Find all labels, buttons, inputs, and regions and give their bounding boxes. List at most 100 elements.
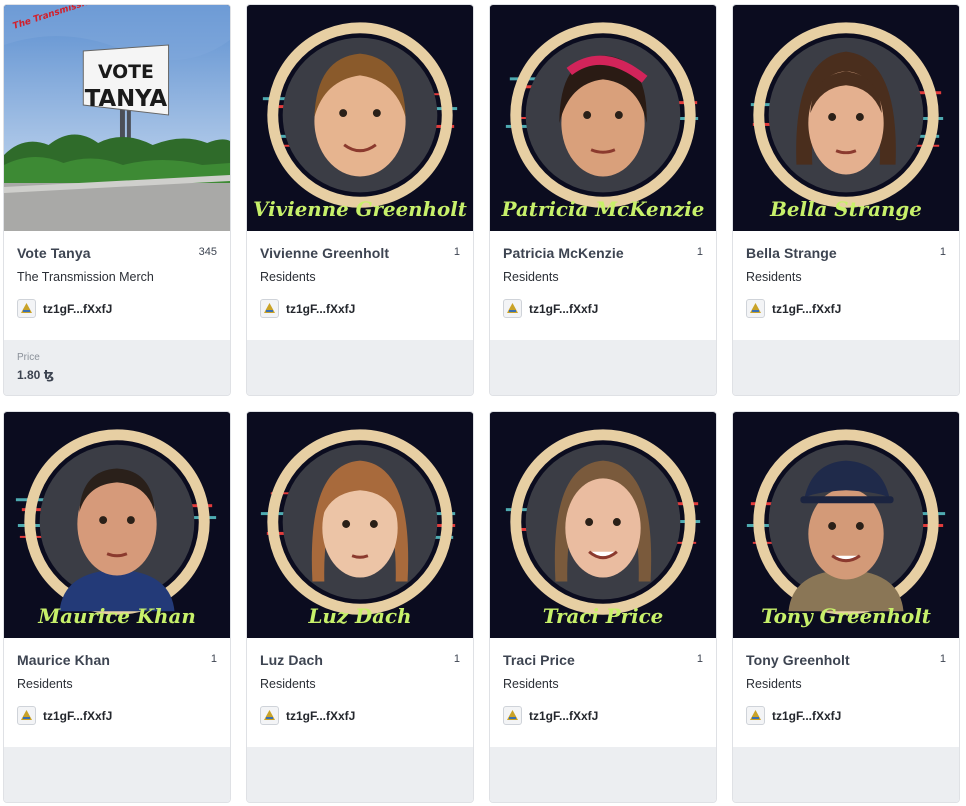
price-footer bbox=[733, 747, 959, 802]
portrait-caption: Bella Strange bbox=[769, 197, 922, 221]
billboard-line2: TANYA bbox=[85, 86, 168, 112]
token-title[interactable]: Luz Dach bbox=[260, 652, 323, 668]
edition-count: 1 bbox=[696, 246, 703, 258]
owner-address[interactable]: tz1gF...fXxfJ bbox=[286, 302, 355, 316]
price-footer bbox=[490, 747, 716, 802]
owner[interactable]: tz1gF...fXxfJ bbox=[17, 299, 217, 318]
token-image[interactable]: Patricia McKenzie bbox=[490, 5, 716, 231]
token-title[interactable]: Traci Price bbox=[503, 652, 575, 668]
token-info: Bella Strange 1 Residents tz1gF...fXxfJ bbox=[733, 231, 959, 340]
portrait-image: Luz Dach bbox=[247, 412, 473, 638]
price-footer bbox=[4, 747, 230, 802]
portrait-image: Tony Greenholt bbox=[733, 412, 959, 638]
owner-address[interactable]: tz1gF...fXxfJ bbox=[286, 709, 355, 723]
owner-avatar-icon bbox=[746, 299, 765, 318]
owner[interactable]: tz1gF...fXxfJ bbox=[746, 299, 946, 318]
price-footer bbox=[733, 340, 959, 395]
collection-name[interactable]: The Transmission Merch bbox=[17, 270, 217, 284]
collection-name[interactable]: Residents bbox=[503, 677, 703, 691]
owner-avatar-icon bbox=[503, 706, 522, 725]
token-image[interactable]: Luz Dach bbox=[247, 412, 473, 638]
owner[interactable]: tz1gF...fXxfJ bbox=[503, 706, 703, 725]
owner-avatar-icon bbox=[746, 706, 765, 725]
token-title[interactable]: Vote Tanya bbox=[17, 245, 91, 261]
token-card[interactable]: Patricia McKenzie Patricia McKenzie 1 Re… bbox=[489, 4, 717, 396]
token-grid: VOTE TANYA The Transmission Vote Tanya 3… bbox=[3, 4, 960, 803]
collection-name[interactable]: Residents bbox=[17, 677, 217, 691]
token-image[interactable]: Traci Price bbox=[490, 412, 716, 638]
owner-address[interactable]: tz1gF...fXxfJ bbox=[43, 709, 112, 723]
portrait-image: Vivienne Greenholt bbox=[247, 5, 473, 231]
token-info: Maurice Khan 1 Residents tz1gF...fXxfJ bbox=[4, 638, 230, 747]
portrait-caption: Luz Dach bbox=[308, 604, 412, 628]
token-card[interactable]: Tony Greenholt Tony Greenholt 1 Resident… bbox=[732, 411, 960, 803]
token-title[interactable]: Patricia McKenzie bbox=[503, 245, 624, 261]
token-info: Traci Price 1 Residents tz1gF...fXxfJ bbox=[490, 638, 716, 747]
billboard-line1: VOTE bbox=[98, 61, 154, 83]
portrait-image: Traci Price bbox=[490, 412, 716, 638]
price-footer bbox=[247, 340, 473, 395]
token-image[interactable]: VOTE TANYA The Transmission bbox=[4, 5, 230, 231]
portrait-image: Maurice Khan bbox=[4, 412, 230, 638]
collection-name[interactable]: Residents bbox=[260, 270, 460, 284]
token-card[interactable]: Bella Strange Bella Strange 1 Residents … bbox=[732, 4, 960, 396]
token-info: Patricia McKenzie 1 Residents tz1gF...fX… bbox=[490, 231, 716, 340]
token-title[interactable]: Bella Strange bbox=[746, 245, 837, 261]
owner-avatar-icon bbox=[260, 706, 279, 725]
edition-count: 1 bbox=[210, 653, 217, 665]
portrait-caption: Tony Greenholt bbox=[761, 604, 931, 628]
owner-address[interactable]: tz1gF...fXxfJ bbox=[529, 302, 598, 316]
edition-count: 1 bbox=[939, 246, 946, 258]
token-info: Luz Dach 1 Residents tz1gF...fXxfJ bbox=[247, 638, 473, 747]
token-title[interactable]: Tony Greenholt bbox=[746, 652, 850, 668]
price-value: 1.80 ꜩ bbox=[17, 368, 54, 382]
owner[interactable]: tz1gF...fXxfJ bbox=[746, 706, 946, 725]
edition-count: 1 bbox=[696, 653, 703, 665]
collection-name[interactable]: Residents bbox=[746, 270, 946, 284]
collection-name[interactable]: Residents bbox=[260, 677, 460, 691]
token-image[interactable]: Tony Greenholt bbox=[733, 412, 959, 638]
token-card[interactable]: Traci Price Traci Price 1 Residents tz1g… bbox=[489, 411, 717, 803]
owner-avatar-icon bbox=[17, 706, 36, 725]
edition-count: 345 bbox=[198, 246, 217, 258]
portrait-caption: Patricia McKenzie bbox=[501, 197, 705, 221]
token-image[interactable]: Bella Strange bbox=[733, 5, 959, 231]
price-label: Price bbox=[17, 352, 40, 363]
owner-avatar-icon bbox=[503, 299, 522, 318]
portrait-caption: Maurice Khan bbox=[37, 604, 196, 628]
owner[interactable]: tz1gF...fXxfJ bbox=[503, 299, 703, 318]
edition-count: 1 bbox=[453, 653, 460, 665]
owner[interactable]: tz1gF...fXxfJ bbox=[260, 299, 460, 318]
token-card[interactable]: Vivienne Greenholt Vivienne Greenholt 1 … bbox=[246, 4, 474, 396]
billboard-image: VOTE TANYA The Transmission bbox=[4, 5, 230, 231]
portrait-image: Bella Strange bbox=[733, 5, 959, 231]
token-info: Vote Tanya 345 The Transmission Merch tz… bbox=[4, 231, 230, 340]
owner[interactable]: tz1gF...fXxfJ bbox=[260, 706, 460, 725]
owner-address[interactable]: tz1gF...fXxfJ bbox=[43, 302, 112, 316]
portrait-image: Patricia McKenzie bbox=[490, 5, 716, 231]
owner-address[interactable]: tz1gF...fXxfJ bbox=[772, 709, 841, 723]
owner-avatar-icon bbox=[260, 299, 279, 318]
edition-count: 1 bbox=[939, 653, 946, 665]
token-title[interactable]: Vivienne Greenholt bbox=[260, 245, 389, 261]
token-title[interactable]: Maurice Khan bbox=[17, 652, 110, 668]
token-info: Tony Greenholt 1 Residents tz1gF...fXxfJ bbox=[733, 638, 959, 747]
collection-name[interactable]: Residents bbox=[503, 270, 703, 284]
portrait-caption: Traci Price bbox=[543, 604, 664, 628]
token-image[interactable]: Maurice Khan bbox=[4, 412, 230, 638]
token-info: Vivienne Greenholt 1 Residents tz1gF...f… bbox=[247, 231, 473, 340]
owner-address[interactable]: tz1gF...fXxfJ bbox=[529, 709, 598, 723]
owner[interactable]: tz1gF...fXxfJ bbox=[17, 706, 217, 725]
collection-name[interactable]: Residents bbox=[746, 677, 946, 691]
price-footer bbox=[490, 340, 716, 395]
token-card[interactable]: Luz Dach Luz Dach 1 Residents tz1gF...fX… bbox=[246, 411, 474, 803]
token-card[interactable]: VOTE TANYA The Transmission Vote Tanya 3… bbox=[3, 4, 231, 396]
portrait-caption: Vivienne Greenholt bbox=[253, 197, 467, 221]
price-footer: Price 1.80 ꜩ bbox=[4, 340, 230, 395]
token-image[interactable]: Vivienne Greenholt bbox=[247, 5, 473, 231]
token-card[interactable]: Maurice Khan Maurice Khan 1 Residents tz… bbox=[3, 411, 231, 803]
price-footer bbox=[247, 747, 473, 802]
owner-avatar-icon bbox=[17, 299, 36, 318]
owner-address[interactable]: tz1gF...fXxfJ bbox=[772, 302, 841, 316]
edition-count: 1 bbox=[453, 246, 460, 258]
